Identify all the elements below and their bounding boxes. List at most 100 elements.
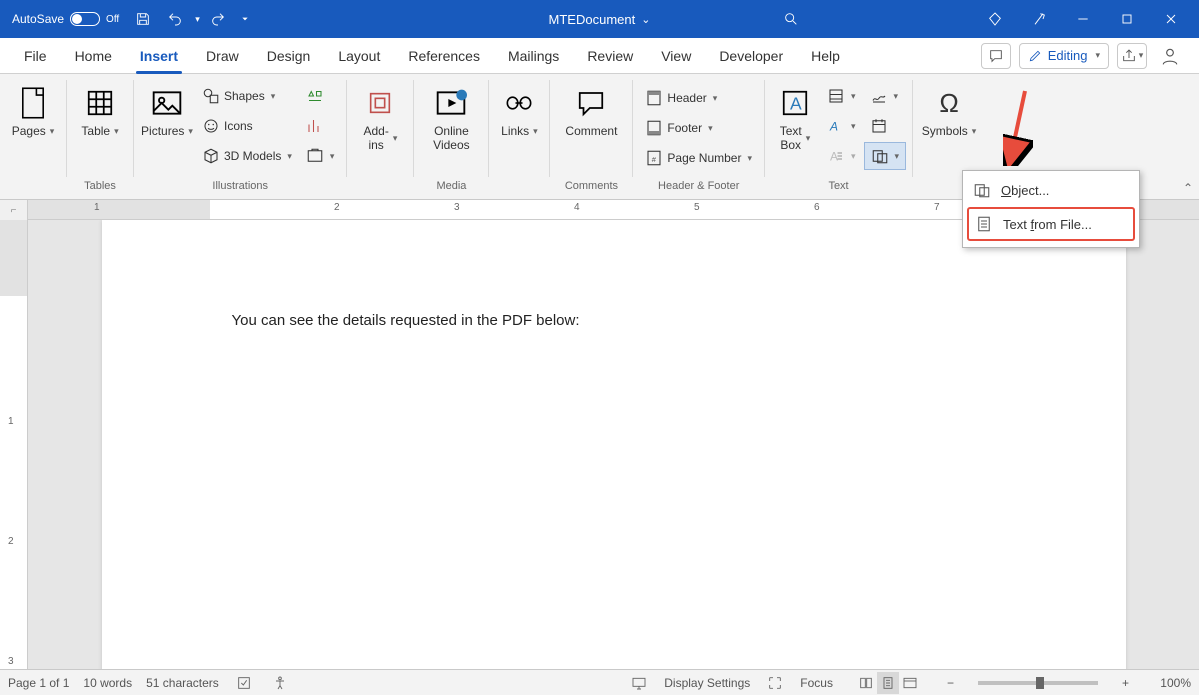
read-mode-icon[interactable] xyxy=(855,672,877,694)
online-videos-button[interactable]: Online Videos xyxy=(420,78,482,170)
3d-models-button[interactable]: 3D Models▾ xyxy=(196,142,298,170)
redo-icon[interactable] xyxy=(204,5,232,33)
tab-layout[interactable]: Layout xyxy=(324,38,394,74)
status-display-settings[interactable]: Display Settings xyxy=(664,676,750,690)
minimize-icon[interactable] xyxy=(1061,5,1105,33)
pages-group: Pages▾ xyxy=(0,74,66,199)
text-file-icon xyxy=(975,215,993,233)
svg-text:A: A xyxy=(790,93,802,113)
cube-icon xyxy=(202,147,220,165)
document-title[interactable]: MTEDocument ⌄ xyxy=(549,12,651,27)
maximize-icon[interactable] xyxy=(1105,5,1149,33)
save-icon[interactable] xyxy=(129,5,157,33)
text-group: A Text Box▾ ▾ A▾ A▾ ▾ ▾ Text xyxy=(765,74,912,199)
links-button[interactable]: Links▾ xyxy=(495,78,543,170)
accessibility-icon[interactable] xyxy=(269,672,291,694)
menu-item-text-from-file[interactable]: Text from File... xyxy=(967,207,1135,241)
comments-pane-button[interactable] xyxy=(981,43,1011,69)
search-icon[interactable] xyxy=(769,5,813,33)
status-focus[interactable]: Focus xyxy=(800,676,833,690)
header-icon xyxy=(645,89,663,107)
tab-references[interactable]: References xyxy=(394,38,494,74)
svg-text:#: # xyxy=(652,155,657,164)
spellcheck-icon[interactable] xyxy=(233,672,255,694)
tab-help[interactable]: Help xyxy=(797,38,854,74)
chart-button[interactable] xyxy=(300,112,341,140)
collapse-ribbon-icon[interactable]: ⌃ xyxy=(1183,181,1193,195)
share-button[interactable]: ▾ xyxy=(1117,43,1147,69)
comment-icon xyxy=(574,86,608,120)
smartart-button[interactable] xyxy=(300,82,341,110)
display-settings-icon[interactable] xyxy=(628,672,650,694)
textbox-icon: A xyxy=(778,86,812,120)
pagenum-icon: # xyxy=(645,149,663,167)
symbols-button[interactable]: Ω Symbols▾ xyxy=(919,78,979,170)
account-icon[interactable] xyxy=(1155,43,1185,69)
print-layout-icon[interactable] xyxy=(877,672,899,694)
link-icon xyxy=(502,86,536,120)
addins-button[interactable]: Add- ins▾ xyxy=(353,78,407,170)
tab-insert[interactable]: Insert xyxy=(126,38,192,74)
drop-cap-button[interactable]: A▾ xyxy=(821,142,862,170)
zoom-out-icon[interactable]: − xyxy=(943,676,958,690)
qat-overflow-icon[interactable] xyxy=(236,5,254,33)
object-dropdown: Object... Text from File... xyxy=(962,170,1140,248)
tab-draw[interactable]: Draw xyxy=(192,38,253,74)
object-menu-icon xyxy=(973,181,991,199)
screenshot-button[interactable]: ▾ xyxy=(300,142,341,170)
vertical-ruler[interactable]: 1 2 3 xyxy=(0,220,28,669)
tab-developer[interactable]: Developer xyxy=(705,38,797,74)
picture-icon xyxy=(150,86,184,120)
editing-mode-button[interactable]: Editing▾ xyxy=(1019,43,1109,69)
diamond-icon[interactable] xyxy=(973,5,1017,33)
focus-icon[interactable] xyxy=(764,672,786,694)
tab-file[interactable]: File xyxy=(10,38,61,74)
tab-view[interactable]: View xyxy=(647,38,705,74)
zoom-level[interactable]: 100% xyxy=(1147,676,1191,690)
tab-design[interactable]: Design xyxy=(253,38,325,74)
ruler-corner: ⌐ xyxy=(0,200,28,220)
quick-parts-button[interactable]: ▾ xyxy=(821,82,862,110)
date-time-button[interactable] xyxy=(864,112,907,140)
page-number-button[interactable]: #Page Number▾ xyxy=(639,144,758,172)
text-box-button[interactable]: A Text Box▾ xyxy=(771,78,819,170)
status-bar: Page 1 of 1 10 words 51 characters Displ… xyxy=(0,669,1199,695)
tab-home[interactable]: Home xyxy=(61,38,126,74)
menu-item-object[interactable]: Object... xyxy=(963,175,1139,205)
sparkle-icon[interactable] xyxy=(1017,5,1061,33)
autosave-toggle[interactable]: AutoSave Off xyxy=(6,10,125,28)
signature-icon xyxy=(870,87,888,105)
zoom-slider[interactable] xyxy=(978,681,1098,685)
footer-button[interactable]: Footer▾ xyxy=(639,114,758,142)
comment-button[interactable]: Comment xyxy=(556,78,626,170)
document-body-text[interactable]: You can see the details requested in the… xyxy=(232,312,996,329)
media-group: Online Videos Media xyxy=(414,74,488,199)
tab-review[interactable]: Review xyxy=(573,38,647,74)
document-page[interactable]: You can see the details requested in the… xyxy=(102,220,1126,669)
smartart-icon xyxy=(306,87,324,105)
pages-button[interactable]: Pages▾ xyxy=(6,78,60,170)
status-chars[interactable]: 51 characters xyxy=(146,676,219,690)
object-button[interactable]: ▾ xyxy=(864,142,907,170)
web-layout-icon[interactable] xyxy=(899,672,921,694)
annotation-arrow-icon xyxy=(1003,86,1033,166)
shapes-icon xyxy=(202,87,220,105)
table-button[interactable]: Table▾ xyxy=(73,78,127,170)
status-words[interactable]: 10 words xyxy=(83,676,132,690)
close-icon[interactable] xyxy=(1149,5,1193,33)
wordart-button[interactable]: A▾ xyxy=(821,112,862,140)
comments-group: Comment Comments xyxy=(550,74,632,199)
undo-icon[interactable] xyxy=(161,5,189,33)
zoom-in-icon[interactable]: + xyxy=(1118,676,1133,690)
autosave-state: Off xyxy=(106,14,119,25)
icons-button[interactable]: Icons xyxy=(196,112,298,140)
status-page[interactable]: Page 1 of 1 xyxy=(8,676,69,690)
document-area: 1 2 3 You can see the details requested … xyxy=(0,220,1199,669)
tab-mailings[interactable]: Mailings xyxy=(494,38,573,74)
header-footer-group: Header▾ Footer▾ #Page Number▾ Header & F… xyxy=(633,74,764,199)
header-button[interactable]: Header▾ xyxy=(639,84,758,112)
ribbon-tabs: File Home Insert Draw Design Layout Refe… xyxy=(0,38,1199,74)
shapes-button[interactable]: Shapes▾ xyxy=(196,82,298,110)
pictures-button[interactable]: Pictures▾ xyxy=(140,78,194,170)
signature-line-button[interactable]: ▾ xyxy=(864,82,907,110)
